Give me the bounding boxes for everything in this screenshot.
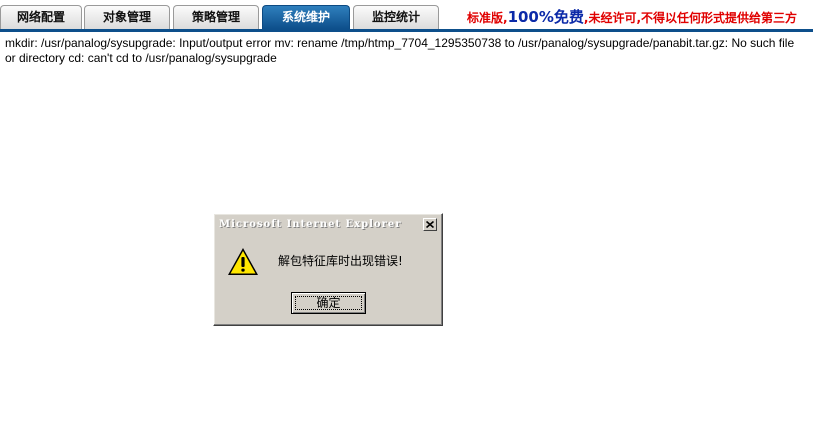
dialog-title: Microsoft Internet Explorer: [219, 219, 402, 230]
tab-label: 对象管理: [102, 10, 151, 24]
warning-icon: [228, 248, 258, 275]
tab-label: 系统维护: [281, 10, 330, 24]
dialog-titlebar[interactable]: Microsoft Internet Explorer: [216, 216, 440, 234]
tab-policy-management[interactable]: 策略管理: [173, 5, 259, 29]
tab-label: 监控统计: [371, 10, 420, 24]
alert-dialog: Microsoft Internet Explorer 解包特征库时出现错误! …: [213, 213, 443, 326]
tab-label: 策略管理: [191, 10, 240, 24]
notice-part1: 标准版,: [467, 11, 508, 25]
close-icon: [426, 221, 434, 228]
notice-highlight: 100%免费: [507, 8, 584, 26]
tab-underline: [0, 29, 813, 32]
dialog-message: 解包特征库时出现错误!: [278, 254, 403, 268]
notice-part2: ,未经许可,不得以任何形式提供给第三方: [583, 11, 798, 25]
error-output-text: mkdir: /usr/panalog/sysupgrade: Input/ou…: [5, 36, 795, 65]
tab-monitoring-statistics[interactable]: 监控统计: [353, 5, 439, 29]
ok-button-label: 确定: [316, 296, 341, 310]
tab-system-maintenance[interactable]: 系统维护: [262, 5, 350, 29]
tab-network-config[interactable]: 网络配置: [0, 5, 82, 29]
top-nav-tabbar: 网络配置 对象管理 策略管理 系统维护 监控统计 标准版,100%免费,未经许可…: [0, 0, 813, 32]
tab-label: 网络配置: [16, 10, 65, 24]
ok-button[interactable]: 确定: [291, 292, 366, 314]
license-notice: 标准版,100%免费,未经许可,不得以任何形式提供给第三方: [467, 6, 797, 28]
dialog-close-button[interactable]: [423, 218, 437, 231]
tab-object-management[interactable]: 对象管理: [84, 5, 170, 29]
